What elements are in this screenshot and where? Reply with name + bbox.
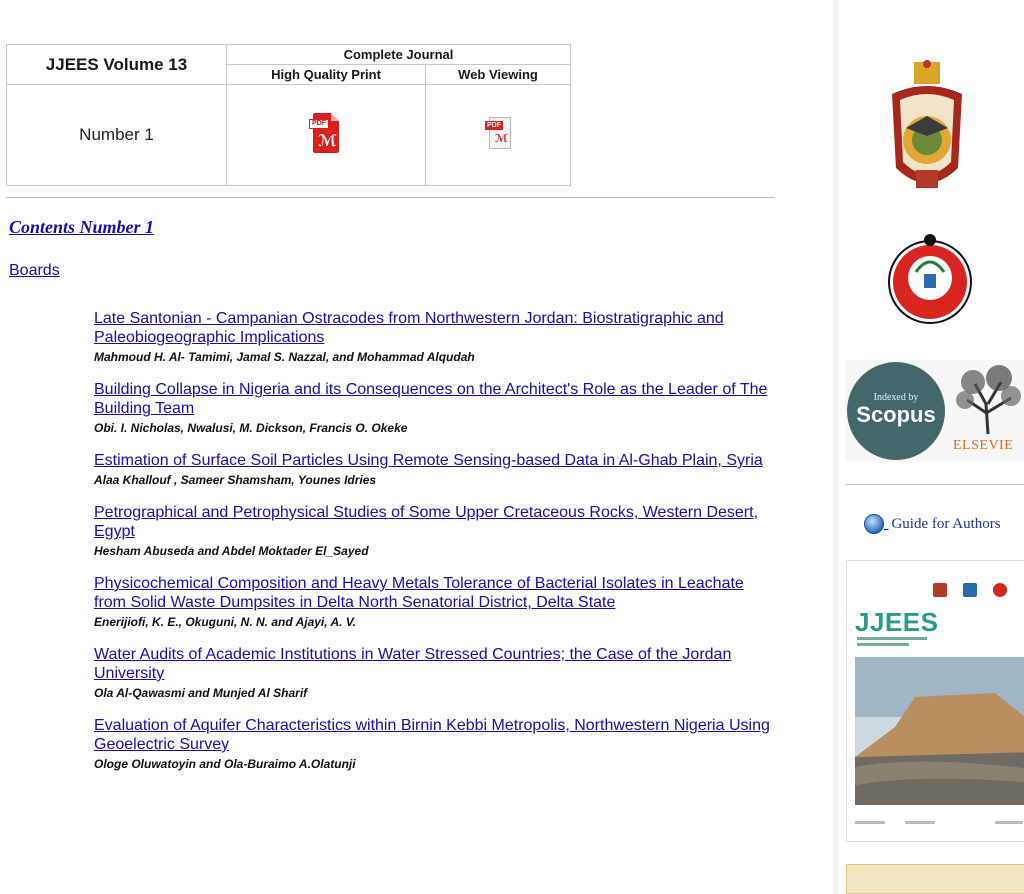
list-item: Evaluation of Aquifer Characteristics wi… bbox=[94, 716, 774, 772]
elsevier-label: ELSEVIE bbox=[953, 438, 1014, 453]
guide-for-authors-link[interactable]: Guide for Authors bbox=[864, 514, 1001, 534]
high-quality-print-header: High Quality Print bbox=[225, 64, 427, 86]
article-title-link[interactable]: Estimation of Surface Soil Particles Usi… bbox=[94, 451, 774, 470]
certificate-banner[interactable] bbox=[846, 864, 1024, 894]
emblem-icon bbox=[963, 583, 977, 597]
list-item: Building Collapse in Nigeria and its Con… bbox=[94, 380, 774, 436]
sidebar-divider bbox=[845, 484, 1024, 485]
list-item: Water Audits of Academic Institutions in… bbox=[94, 645, 774, 701]
university-seal-icon[interactable] bbox=[888, 232, 972, 332]
cover-footer-lines bbox=[855, 821, 1023, 824]
pdf-icon[interactable]: PDF ℳ bbox=[483, 115, 513, 151]
article-title-link[interactable]: Evaluation of Aquifer Characteristics wi… bbox=[94, 716, 774, 754]
article-authors: Ologe Oluwatoyin and Ola-Buraimo A.Olatu… bbox=[94, 757, 356, 771]
article-authors: Alaa Khallouf , Sameer Shamsham, Younes … bbox=[94, 473, 377, 487]
cover-subtitle-lines bbox=[857, 637, 927, 646]
article-title-link[interactable]: Water Audits of Academic Institutions in… bbox=[94, 645, 774, 683]
article-title-link[interactable]: Late Santonian - Campanian Ostracodes fr… bbox=[94, 309, 774, 347]
contents-link[interactable]: Contents Number 1 bbox=[9, 217, 154, 238]
guide-label: Guide for Authors bbox=[891, 515, 1001, 532]
number-label: Number 1 bbox=[6, 84, 227, 186]
article-title-link[interactable]: Petrographical and Petrophysical Studies… bbox=[94, 503, 774, 541]
list-item: Estimation of Surface Soil Particles Usi… bbox=[94, 451, 774, 488]
elsevier-tree-icon bbox=[953, 364, 1023, 434]
list-item: Late Santonian - Campanian Ostracodes fr… bbox=[94, 309, 774, 365]
list-item: Petrographical and Petrophysical Studies… bbox=[94, 503, 774, 559]
sidebar: Indexed by Scopus ELSEVIE Guide for Auth… bbox=[838, 0, 1024, 894]
article-list: Late Santonian - Campanian Ostracodes fr… bbox=[94, 309, 774, 787]
article-authors: Enerijiofi, K. E., Okuguni, N. N. and Aj… bbox=[94, 615, 357, 629]
article-title-link[interactable]: Physicochemical Composition and Heavy Me… bbox=[94, 574, 774, 612]
web-viewing-header: Web Viewing bbox=[425, 64, 571, 86]
cover-logos bbox=[933, 583, 1023, 602]
journal-download-table: JJEES Volume 13 Complete Journal High Qu… bbox=[6, 43, 571, 186]
emblem-icon bbox=[933, 583, 947, 597]
complete-journal-header: Complete Journal bbox=[226, 43, 571, 66]
indexing-badges: Indexed by Scopus ELSEVIE bbox=[845, 360, 1024, 462]
print-pdf-cell: PDF ℳ bbox=[225, 84, 427, 186]
main-content: JJEES Volume 13 Complete Journal High Qu… bbox=[0, 0, 833, 894]
globe-icon bbox=[864, 514, 884, 534]
cover-title: JJEES bbox=[855, 607, 939, 637]
scopus-label: Scopus bbox=[856, 402, 936, 427]
article-authors: Mahmoud H. Al- Tamimi, Jamal S. Nazzal, … bbox=[94, 350, 475, 364]
landscape-photo bbox=[855, 657, 1024, 805]
emblem-icon bbox=[993, 583, 1007, 597]
boards-link[interactable]: Boards bbox=[9, 262, 60, 280]
pdf-icon[interactable]: PDF ℳ bbox=[309, 112, 341, 153]
scopus-badge[interactable]: Indexed by Scopus bbox=[847, 362, 945, 460]
article-authors: Obi. I. Nicholas, Nwalusi, M. Dickson, F… bbox=[94, 421, 408, 435]
journal-cover-image[interactable]: JJEES bbox=[846, 560, 1024, 842]
article-authors: Ola Al-Qawasmi and Munjed Al Sharif bbox=[94, 686, 308, 700]
volume-title: JJEES Volume 13 bbox=[6, 43, 227, 86]
list-item: Physicochemical Composition and Heavy Me… bbox=[94, 574, 774, 630]
web-pdf-cell: PDF ℳ bbox=[425, 84, 571, 186]
jordan-coat-of-arms-icon[interactable] bbox=[886, 58, 968, 206]
article-title-link[interactable]: Building Collapse in Nigeria and its Con… bbox=[94, 380, 774, 418]
section-divider bbox=[6, 197, 774, 198]
article-authors: Hesham Abuseda and Abdel Moktader El_Say… bbox=[94, 544, 369, 558]
